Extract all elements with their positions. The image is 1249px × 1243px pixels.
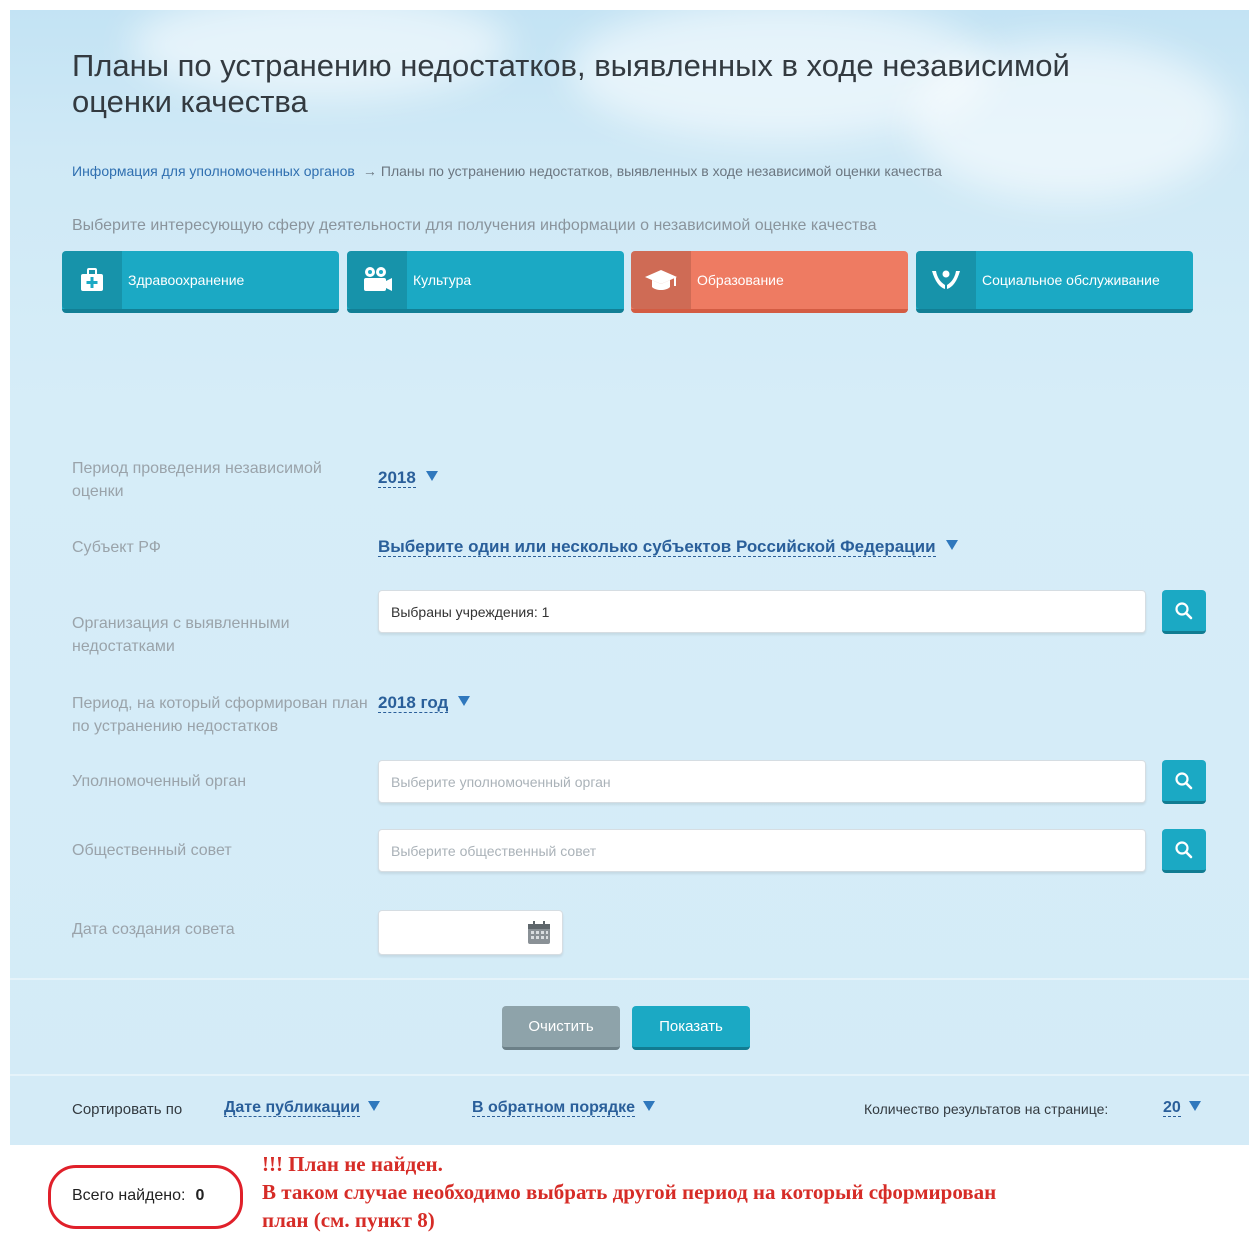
sphere-label: Социальное обслуживание xyxy=(982,272,1160,288)
subject-label: Субъект РФ xyxy=(72,539,161,556)
sphere-label: Здравоохранение xyxy=(128,272,245,288)
results-total: Всего найдено: 0 xyxy=(72,1187,204,1205)
sort-label: Сортировать по xyxy=(72,1101,183,1118)
sphere-healthcare-button[interactable]: Здравоохранение xyxy=(62,251,339,313)
caret-down-icon xyxy=(1188,1101,1201,1111)
sort-field-select[interactable]: Дате публикации xyxy=(224,1099,380,1117)
authority-label: Уполномоченный орган xyxy=(72,773,247,790)
authority-search-button[interactable] xyxy=(1162,760,1206,804)
calendar-icon[interactable] xyxy=(526,920,552,946)
results-total-value: 0 xyxy=(195,1187,205,1204)
plan-period-label: Период, на который сформирован план по у… xyxy=(72,695,368,735)
page-title: Планы по устранению недостатков, выявлен… xyxy=(72,48,1070,119)
period-label: Период проведения независимой оценки xyxy=(72,460,322,500)
organization-field[interactable]: Выбраны учреждения: 1 xyxy=(378,590,1146,633)
caret-down-icon xyxy=(425,471,438,481)
graduation-cap-icon xyxy=(631,251,691,309)
sphere-culture-button[interactable]: Культура xyxy=(347,251,624,313)
search-icon xyxy=(1175,840,1193,858)
plan-period-select[interactable]: 2018 год xyxy=(378,693,471,713)
caret-down-icon xyxy=(643,1101,656,1111)
caret-down-icon xyxy=(945,540,958,550)
council-field[interactable]: Выберите общественный совет xyxy=(378,829,1146,872)
breadcrumb-arrow: → xyxy=(362,163,377,179)
film-camera-icon xyxy=(347,251,407,309)
divider xyxy=(10,978,1249,980)
annotation-note: !!! План не найден. В таком случае необх… xyxy=(262,1150,1022,1234)
search-icon xyxy=(1175,601,1193,619)
council-search-button[interactable] xyxy=(1162,829,1206,873)
subject-select[interactable]: Выберите один или несколько субъектов Ро… xyxy=(378,537,958,557)
per-page-label: Количество результатов на странице: xyxy=(864,1101,1109,1117)
organization-search-button[interactable] xyxy=(1162,590,1206,634)
breadcrumb-link[interactable]: Информация для уполномоченных органов xyxy=(72,163,355,179)
sphere-social-button[interactable]: Социальное обслуживание xyxy=(916,251,1193,313)
sphere-label: Образование xyxy=(697,272,784,288)
annotation-line-2: В таком случае необходимо выбрать другой… xyxy=(262,1180,997,1232)
sphere-education-button[interactable]: Образование xyxy=(631,251,908,313)
results-total-label: Всего найдено: xyxy=(72,1187,186,1204)
breadcrumb: Информация для уполномоченных органов → Пл… xyxy=(72,163,942,179)
show-button[interactable]: Показать xyxy=(632,1006,750,1050)
per-page-select[interactable]: 20 xyxy=(1163,1099,1201,1117)
divider xyxy=(10,1074,1249,1076)
council-label: Общественный совет xyxy=(72,842,232,859)
search-icon xyxy=(1175,771,1193,789)
clear-button[interactable]: Очистить xyxy=(502,1006,620,1050)
breadcrumb-current: Планы по устранению недостатков, выявлен… xyxy=(380,163,942,179)
sort-order-select[interactable]: В обратном порядке xyxy=(472,1099,656,1117)
medical-kit-icon xyxy=(62,251,122,309)
caret-down-icon xyxy=(367,1101,380,1111)
council-date-field[interactable] xyxy=(378,910,563,955)
annotation-line-1: !!! План не найден. xyxy=(262,1152,443,1176)
helping-hands-icon xyxy=(916,251,976,309)
period-select[interactable]: 2018 xyxy=(378,468,438,488)
sphere-label: Культура xyxy=(413,272,472,288)
main-panel xyxy=(10,0,1249,1145)
authority-field[interactable]: Выберите уполномоченный орган xyxy=(378,760,1146,803)
council-date-label: Дата создания совета xyxy=(72,921,235,938)
sphere-hint: Выберите интересующую сферу деятельности… xyxy=(72,217,877,234)
caret-down-icon xyxy=(458,696,471,706)
organization-label: Организация с выявленными недостатками xyxy=(72,615,290,655)
